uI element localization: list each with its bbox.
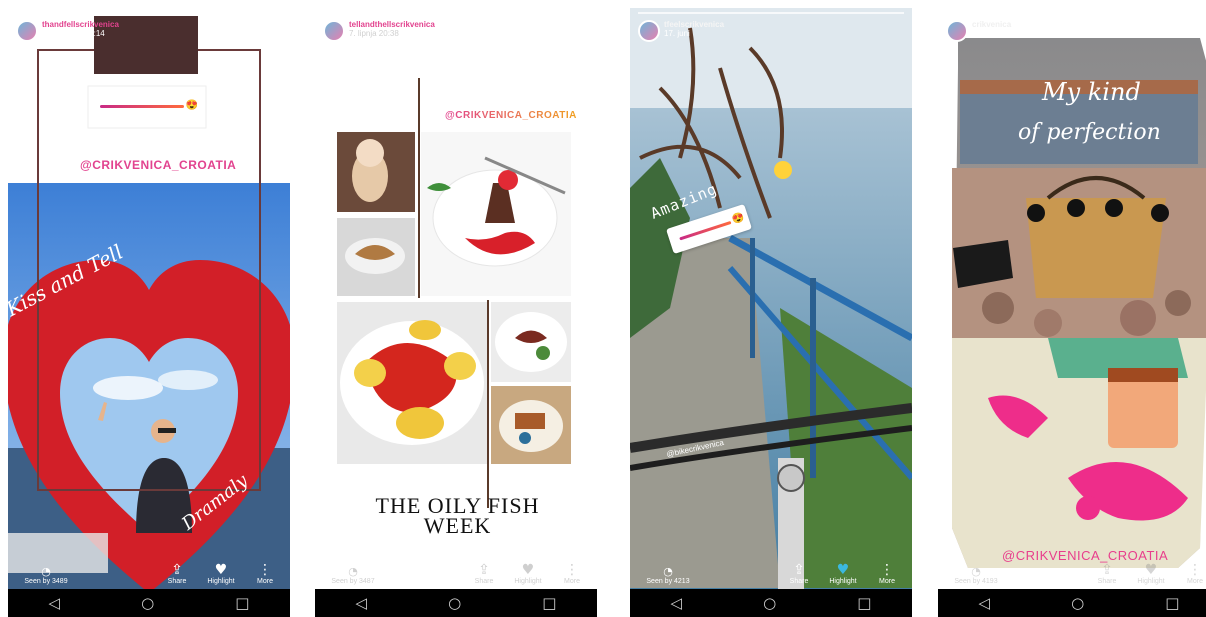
recents-icon[interactable]: □	[1165, 595, 1179, 611]
coastal-bike-photo	[630, 8, 912, 617]
mention-sticker[interactable]: @CRIKVENICA_CROATIA	[445, 110, 577, 121]
more-button[interactable]: ⋮ More	[1178, 562, 1206, 585]
share-icon: ⇪	[793, 562, 805, 578]
story-header: crikvenica 2. juni	[946, 20, 1011, 42]
avatar[interactable]	[946, 20, 968, 42]
story-time: 2. juni	[972, 29, 994, 38]
recents-icon[interactable]: □	[857, 595, 871, 611]
share-button[interactable]: ⇪ Share	[782, 562, 816, 585]
share-button[interactable]: ⇪ Share	[1090, 562, 1124, 585]
highlight-button[interactable]: ♥ Highlight	[204, 562, 238, 585]
story-username[interactable]: tfeelscrikvenica	[664, 20, 724, 29]
share-icon: ⇪	[1101, 562, 1113, 578]
android-nav-bar: ◁ ○ □	[630, 589, 912, 617]
story-time: 7. lipnja 20:38	[349, 29, 399, 38]
more-button[interactable]: ⋮ More	[555, 562, 589, 585]
story-footer: ◔ Seen by 3487 ⇪ Share ♥ Highlight ⋮ More	[315, 551, 597, 585]
seen-count: Seen by 4193	[954, 578, 998, 585]
story-progress-bar	[323, 12, 589, 14]
back-icon[interactable]: ◁	[671, 595, 683, 611]
eye-icon: ◔	[41, 565, 51, 578]
mention-sticker[interactable]: @CRIKVENICA_CROATIA	[1002, 548, 1168, 563]
story-header: thandfellscrikvenica 2. kolovoza 13:14	[16, 20, 119, 42]
mention-sticker[interactable]: @CRIKVENICA_CROATIA	[80, 158, 236, 172]
recents-icon[interactable]: □	[542, 595, 556, 611]
story-header: tfeelscrikvenica 17. juni	[638, 20, 724, 42]
seen-count: Seen by 4213	[646, 578, 690, 585]
story-title: THE OILY FISH WEEK	[375, 493, 540, 538]
heart-icon: ♥	[1144, 562, 1158, 578]
home-icon[interactable]: ○	[1071, 595, 1084, 611]
story-screen-3: tfeelscrikvenica 17. juni Amazing 😍 @bik…	[630, 8, 912, 617]
eye-icon: ◔	[971, 565, 981, 578]
more-button[interactable]: ⋮ More	[248, 562, 282, 585]
story-time: 2. kolovoza 13:14	[42, 29, 105, 38]
story-header: tellandthellscrikvenica 7. lipnja 20:38	[323, 20, 435, 42]
story-username[interactable]: thandfellscrikvenica	[42, 20, 119, 29]
heart-icon: ♥	[521, 562, 535, 578]
share-button[interactable]: ⇪ Share	[160, 562, 194, 585]
story-screen-1: thandfellscrikvenica 2. kolovoza 13:14 😍…	[8, 8, 290, 617]
story-progress-bar	[946, 12, 1206, 14]
more-icon: ⋮	[880, 562, 894, 578]
heart-icon: ♥	[214, 562, 228, 578]
share-icon: ⇪	[478, 562, 490, 578]
story-footer: ◔ Seen by 3489 ⇪ Share ♥ Highlight ⋮ More	[8, 551, 290, 585]
more-icon: ⋮	[565, 562, 579, 578]
seen-by[interactable]: ◔ Seen by 4213	[638, 565, 698, 585]
story-progress-bar	[638, 12, 904, 14]
seen-by[interactable]: ◔ Seen by 3489	[16, 565, 76, 585]
back-icon[interactable]: ◁	[979, 595, 991, 611]
story-screen-4: crikvenica 2. juni My kind of perfection…	[938, 8, 1206, 617]
highlight-button[interactable]: ♥ Highlight	[1134, 562, 1168, 585]
more-icon: ⋮	[258, 562, 272, 578]
avatar[interactable]	[638, 20, 660, 42]
seen-by[interactable]: ◔ Seen by 3487	[323, 565, 383, 585]
story-username[interactable]: tellandthellscrikvenica	[349, 20, 435, 29]
home-icon[interactable]: ○	[448, 595, 461, 611]
story-footer: ◔ Seen by 4213 ⇪ Share ♥ Highlight ⋮ More	[630, 551, 912, 585]
eye-icon: ◔	[663, 565, 673, 578]
more-button[interactable]: ⋮ More	[870, 562, 904, 585]
highlight-button[interactable]: ♥ Highlight	[511, 562, 545, 585]
seen-count: Seen by 3489	[24, 578, 68, 585]
avatar[interactable]	[323, 20, 345, 42]
eye-icon: ◔	[348, 565, 358, 578]
story-screen-2: tellandthellscrikvenica 7. lipnja 20:38 …	[315, 8, 597, 617]
headline-line-2: of perfection	[1018, 120, 1161, 145]
android-nav-bar: ◁ ○ □	[8, 589, 290, 617]
seen-count: Seen by 3487	[331, 578, 375, 585]
android-nav-bar: ◁ ○ □	[938, 589, 1206, 617]
emoji-icon: 😍	[730, 211, 746, 227]
highlight-button[interactable]: ♥ Highlight	[826, 562, 860, 585]
avatar[interactable]	[16, 20, 38, 42]
headline-line-1: My kind	[1042, 78, 1141, 106]
story-time: 17. juni	[664, 29, 690, 38]
back-icon[interactable]: ◁	[356, 595, 368, 611]
home-icon[interactable]: ○	[763, 595, 776, 611]
emoji-icon: 😍	[185, 100, 198, 111]
back-icon[interactable]: ◁	[49, 595, 61, 611]
seen-by[interactable]: ◔ Seen by 4193	[946, 565, 1006, 585]
emoji-slider-sticker[interactable]: 😍	[90, 90, 202, 122]
android-nav-bar: ◁ ○ □	[315, 589, 597, 617]
story-progress-bar	[16, 12, 282, 14]
home-icon[interactable]: ○	[141, 595, 154, 611]
more-icon: ⋮	[1188, 562, 1202, 578]
share-button[interactable]: ⇪ Share	[467, 562, 501, 585]
story-username[interactable]: crikvenica	[972, 20, 1011, 29]
share-icon: ⇪	[171, 562, 183, 578]
recents-icon[interactable]: □	[235, 595, 249, 611]
heart-icon: ♥	[836, 562, 850, 578]
